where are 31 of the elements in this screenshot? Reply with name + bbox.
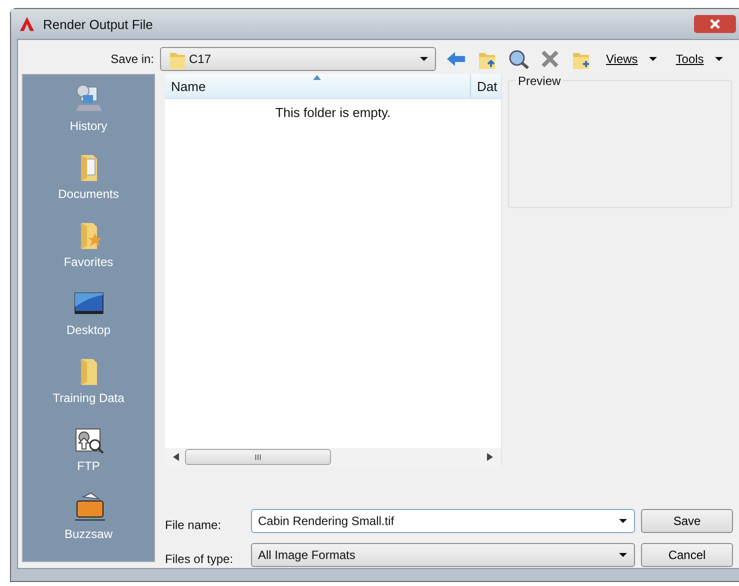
preview-label: Preview — [516, 74, 563, 88]
file-name-field[interactable]: Cabin Rendering Small.tif — [251, 509, 635, 533]
delete-icon[interactable] — [540, 49, 560, 69]
scroll-right-icon — [487, 453, 493, 461]
window-title: Render Output File — [43, 16, 154, 32]
views-menu-button[interactable]: Views — [602, 52, 662, 66]
caret-icon — [618, 551, 628, 559]
briefcase-folder-icon — [72, 491, 104, 523]
scroll-left-icon — [173, 453, 179, 461]
empty-message: This folder is empty. — [274, 104, 392, 122]
save-in-label: Save in: — [110, 52, 154, 66]
column-header[interactable]: Dat — [471, 74, 501, 98]
file-name-label: File name: — [165, 517, 222, 532]
file-list[interactable]: Name Dat This folder is empty. III — [165, 74, 502, 466]
horizontal-scrollbar[interactable]: III — [165, 448, 501, 466]
caret-icon — [648, 55, 658, 63]
caret-icon — [618, 517, 628, 525]
save-in-dropdown[interactable]: C17 — [160, 47, 436, 71]
file-type-label: Files of type: — [165, 551, 234, 566]
sort-arrow-icon — [313, 75, 321, 80]
caret-icon — [419, 55, 429, 63]
back-arrow-icon[interactable] — [446, 50, 466, 68]
cancel-button[interactable]: Cancel — [641, 543, 733, 567]
app-logo-icon — [19, 16, 35, 32]
tools-menu-button[interactable]: Tools — [672, 52, 728, 66]
close-icon[interactable] — [694, 15, 736, 33]
caret-icon — [714, 55, 724, 63]
scroll-thumb[interactable]: III — [185, 449, 331, 465]
column-header[interactable]: Name — [165, 74, 471, 98]
save-button[interactable]: Save — [641, 509, 733, 533]
file-type-dropdown[interactable]: All Image Formats — [251, 543, 635, 567]
